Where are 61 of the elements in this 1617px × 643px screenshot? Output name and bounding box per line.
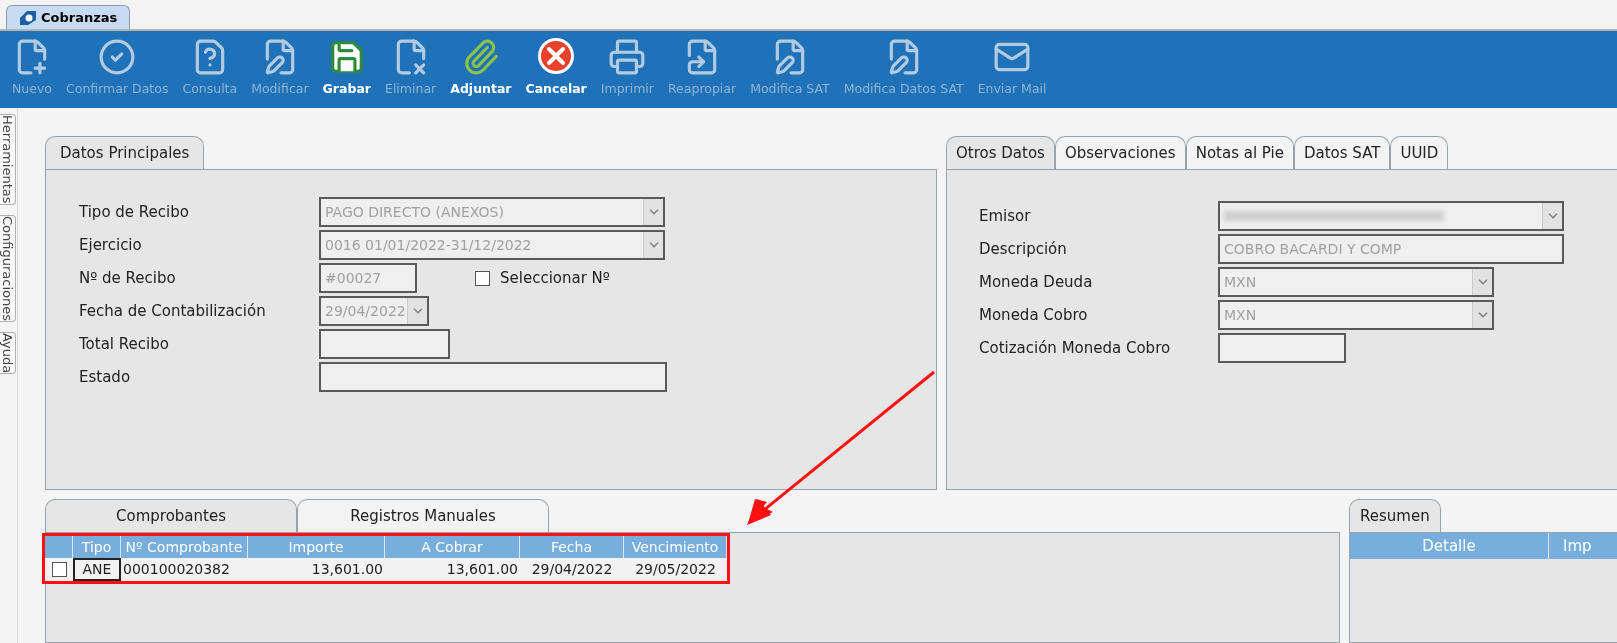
tab[interactable]: Resumen <box>1349 499 1441 532</box>
input-field[interactable] <box>1218 333 1346 363</box>
field-value: MXN <box>1223 305 1258 325</box>
field-label: Tipo de Recibo <box>79 201 190 223</box>
field-label: Total Recibo <box>79 333 170 355</box>
tab[interactable]: Notas al Pie <box>1185 136 1294 169</box>
field-value: #00027 <box>324 268 383 288</box>
tab[interactable]: Observaciones <box>1054 136 1186 169</box>
table-cell-text: 29/05/2022 <box>634 560 717 579</box>
field-value: PAGO DIRECTO (ANEXOS) <box>324 202 505 222</box>
input-field[interactable] <box>319 362 667 392</box>
table-cell-text: 000100020382 <box>122 560 231 579</box>
field-label: Descripción <box>979 238 1068 260</box>
table-cell-text: 13,601.00 <box>310 560 384 579</box>
field-label: Emisor <box>979 205 1032 227</box>
tab[interactable]: Datos SAT <box>1293 136 1391 169</box>
field-label: Ejercicio <box>79 234 143 256</box>
field-value: MXN <box>1223 272 1258 292</box>
printer-icon <box>608 38 647 77</box>
field-label: Estado <box>79 366 132 388</box>
field-label: Moneda Cobro <box>979 304 1089 326</box>
field-label: Moneda Deuda <box>979 271 1094 293</box>
side-tab[interactable]: Herramientas <box>0 114 16 205</box>
column-header: Imp <box>1548 533 1617 559</box>
dropdown-field[interactable]: 0016 01/01/2022-31/12/2022 <box>319 230 665 260</box>
dropdown-field[interactable]: PAGO DIRECTO (ANEXOS) <box>319 197 665 227</box>
input-field[interactable]: #00027 <box>319 263 417 293</box>
field-value: COBRO BACARDI Y COMP <box>1223 239 1403 259</box>
input-field[interactable] <box>319 329 450 359</box>
side-tab[interactable]: Configuraciones <box>0 214 16 322</box>
app-tab[interactable]: Cobranzas <box>6 5 131 29</box>
column-header: Detalle <box>1350 533 1549 559</box>
field-value: 29/04/2022 <box>324 301 407 321</box>
check-circle-icon <box>98 38 137 77</box>
cancel-icon <box>536 36 577 77</box>
column-header: Tipo <box>73 536 121 558</box>
dropdown-field[interactable] <box>1218 201 1564 231</box>
dropdown-field[interactable]: MXN <box>1218 267 1494 297</box>
input-field[interactable]: COBRO BACARDI Y COMP <box>1218 234 1564 264</box>
table-cell-text: 29/04/2022 <box>530 560 614 579</box>
field-label: Cotización Moneda Cobro <box>979 337 1172 359</box>
dropdown-field[interactable]: 29/04/2022 <box>319 296 429 326</box>
logo-icon <box>19 9 37 26</box>
checkbox[interactable] <box>475 270 490 286</box>
tab[interactable]: Comprobantes <box>45 499 297 532</box>
tab[interactable]: Otros Datos <box>946 136 1055 169</box>
checkbox-label: Seleccionar Nº <box>500 267 610 289</box>
tab[interactable]: Datos Principales <box>45 136 205 169</box>
row-checkbox[interactable] <box>51 562 67 577</box>
toolbar-button[interactable]: Grabar <box>322 38 371 99</box>
table-cell-text: 13,601.00 <box>445 560 519 579</box>
field-label: Fecha de Contabilización <box>79 300 267 322</box>
dropdown-field[interactable]: MXN <box>1218 300 1494 330</box>
tab[interactable]: UUID <box>1390 136 1449 169</box>
toolbar-button[interactable]: Cancelar <box>525 36 587 99</box>
tab[interactable]: Registros Manuales <box>297 499 549 532</box>
field-value: 0016 01/01/2022-31/12/2022 <box>324 235 533 255</box>
field-label: Nº de Recibo <box>79 267 177 289</box>
table-cell: ANE <box>73 558 121 581</box>
toolbar-button[interactable]: Adjuntar <box>450 38 512 99</box>
side-tab[interactable]: Ayuda <box>0 331 16 374</box>
